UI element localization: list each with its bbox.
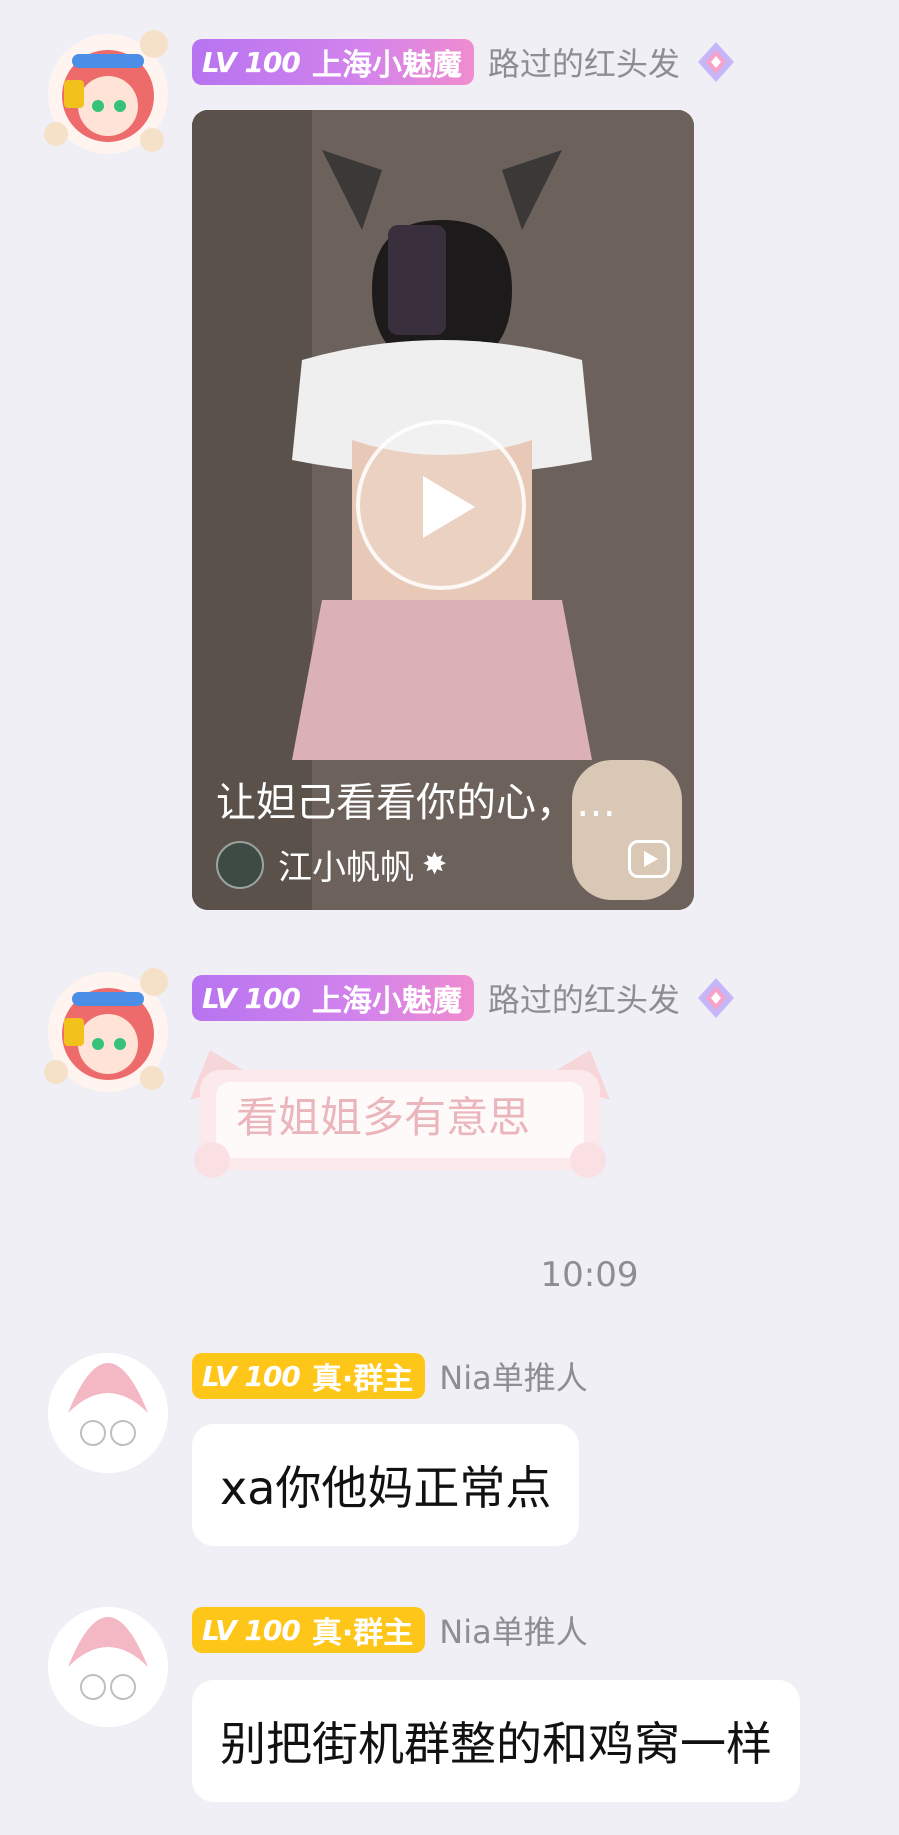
message-bubble[interactable]: 别把街机群整的和鸡窝一样 bbox=[192, 1680, 800, 1802]
video-author[interactable]: 江小帆帆 ✸ bbox=[216, 840, 447, 889]
level-badge: LV 100 真·群主 bbox=[192, 1353, 426, 1399]
group-title: 真·群主 bbox=[311, 1616, 414, 1651]
anime-avatar-icon[interactable] bbox=[34, 952, 182, 1100]
group-title: 上海小魅魔 bbox=[311, 984, 462, 1019]
level-label: LV 100 bbox=[202, 981, 301, 1015]
message-header: LV 100 上海小魅魔 路过的红头发 bbox=[192, 974, 738, 1022]
video-caption: 让妲己看看你的心，… bbox=[216, 780, 616, 826]
level-label: LV 100 bbox=[202, 1613, 301, 1647]
message-header: LV 100 上海小魅魔 路过的红头发 bbox=[192, 38, 738, 86]
username[interactable]: 路过的红头发 bbox=[488, 975, 680, 1021]
author-name: 江小帆帆 bbox=[278, 848, 414, 888]
message-text: xa你他妈正常点 bbox=[220, 1461, 552, 1515]
level-badge: LV 100 真·群主 bbox=[192, 1607, 426, 1653]
group-title: 真·群主 bbox=[311, 1362, 414, 1397]
cat-ear-bubble[interactable]: 看姐姐多有意思 bbox=[180, 1040, 620, 1180]
timestamp: 10:09 bbox=[540, 1255, 639, 1295]
play-button[interactable] bbox=[356, 420, 526, 590]
message-text: 看姐姐多有意思 bbox=[236, 1093, 531, 1142]
username[interactable]: Nia单推人 bbox=[439, 1607, 587, 1653]
video-card[interactable]: 让妲己看看你的心，… 江小帆帆 ✸ bbox=[192, 110, 694, 910]
message-header: LV 100 真·群主 Nia单推人 bbox=[192, 1352, 588, 1400]
video-icon bbox=[628, 840, 670, 878]
message-header: LV 100 真·群主 Nia单推人 bbox=[192, 1606, 588, 1654]
username[interactable]: 路过的红头发 bbox=[488, 39, 680, 85]
gem-icon bbox=[697, 978, 734, 1018]
username[interactable]: Nia单推人 bbox=[439, 1353, 587, 1399]
gem-icon bbox=[697, 42, 734, 82]
avatar[interactable] bbox=[48, 1607, 168, 1727]
level-label: LV 100 bbox=[202, 45, 301, 79]
message-text: 别把街机群整的和鸡窝一样 bbox=[220, 1717, 772, 1771]
play-icon bbox=[423, 476, 475, 538]
avatar[interactable] bbox=[48, 1353, 168, 1473]
level-badge: LV 100 上海小魅魔 bbox=[192, 39, 474, 85]
anime-avatar-icon[interactable] bbox=[34, 14, 182, 162]
message-bubble[interactable]: xa你他妈正常点 bbox=[192, 1424, 580, 1546]
author-avatar bbox=[216, 840, 264, 889]
boom-icon: ✸ bbox=[422, 847, 448, 882]
level-label: LV 100 bbox=[202, 1359, 301, 1393]
level-badge: LV 100 上海小魅魔 bbox=[192, 975, 474, 1021]
group-title: 上海小魅魔 bbox=[311, 48, 462, 83]
